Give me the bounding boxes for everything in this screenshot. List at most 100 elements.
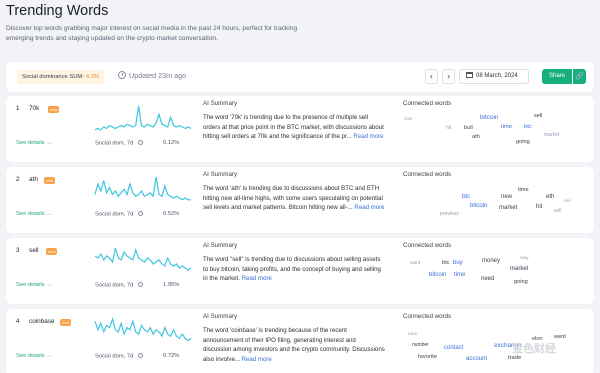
next-date-button[interactable]: › <box>442 69 455 84</box>
ai-summary-title: AI Summary <box>203 242 238 249</box>
trending-word[interactable]: ath <box>29 176 38 183</box>
new-badge: new <box>60 319 72 326</box>
date-picker[interactable]: 08 March, 2024 <box>459 69 529 84</box>
connected-word[interactable]: eth <box>546 194 554 200</box>
date-text: 08 March, 2024 <box>476 73 518 79</box>
connected-word[interactable]: new <box>501 194 512 200</box>
connected-word[interactable]: number <box>412 342 429 348</box>
info-icon[interactable] <box>138 282 144 287</box>
page-description: Discover top words grabbing major intere… <box>6 25 298 42</box>
trending-word[interactable]: coinbase <box>29 318 55 325</box>
read-more-link[interactable]: Read more <box>242 356 272 363</box>
prev-date-button[interactable]: ‹ <box>425 69 438 84</box>
ai-summary-title: AI Summary <box>203 313 238 320</box>
info-icon[interactable] <box>138 211 144 216</box>
connected-word[interactable]: account <box>466 356 487 362</box>
info-icon[interactable] <box>138 140 144 145</box>
see-details-link[interactable]: See details → <box>16 282 52 288</box>
connected-word[interactable]: want <box>410 261 420 266</box>
clock-icon <box>118 71 126 79</box>
read-more-link[interactable]: Read more <box>353 133 383 140</box>
ai-summary-title: AI Summary <box>203 171 238 178</box>
social-dom-label: Social dom, 7d <box>95 211 144 218</box>
connected-word[interactable]: way <box>520 256 529 261</box>
connected-word[interactable]: going <box>514 279 528 285</box>
connected-word[interactable]: favorite <box>418 354 437 360</box>
trending-word-card: 4 coinbase new See details → Social dom,… <box>6 309 594 373</box>
ai-summary-title: AI Summary <box>203 100 238 107</box>
see-details-link[interactable]: See details → <box>16 211 52 217</box>
social-dominance-sparkline <box>94 105 192 131</box>
ai-summary-text: The word 'ath' is trending due to discus… <box>203 185 385 212</box>
sparkline-path <box>94 316 192 342</box>
connected-word[interactable]: btc <box>524 124 532 130</box>
connected-word[interactable]: time <box>501 124 512 130</box>
link-icon: 🔗 <box>575 73 584 80</box>
connected-word[interactable]: sell <box>554 208 562 214</box>
connected-word[interactable]: money <box>482 258 500 264</box>
connected-word[interactable]: hit <box>446 125 451 131</box>
connected-word[interactable]: going <box>516 139 530 145</box>
social-dom-value: 0.52% <box>163 211 180 217</box>
read-more-link[interactable]: Read more <box>242 275 272 282</box>
watermark-logo: 金色财经 <box>512 343 556 355</box>
social-dom-value: 1.95% <box>163 282 180 288</box>
connected-words-title: Connected words <box>403 313 452 320</box>
connected-word[interactable]: bitcoin <box>429 272 446 278</box>
connected-word[interactable]: now <box>408 332 417 337</box>
connected-word[interactable]: hit <box>536 204 542 210</box>
dominance-label: Social dominance SUM: <box>22 74 84 80</box>
word-rank: 1 <box>16 105 20 112</box>
connected-word[interactable]: previous <box>440 211 459 217</box>
new-badge: new <box>44 177 56 184</box>
social-dominance-sparkline <box>94 176 191 201</box>
trending-word[interactable]: 70k <box>29 105 39 112</box>
connected-word[interactable]: run <box>564 198 571 203</box>
share-button[interactable]: Share <box>542 69 572 84</box>
sparkline-path <box>94 247 192 271</box>
connected-words-title: Connected words <box>403 171 452 178</box>
connected-word[interactable]: time <box>454 272 465 278</box>
connected-word[interactable]: market <box>510 266 528 272</box>
see-details-link[interactable]: See details → <box>16 353 52 359</box>
trending-word-card: 2 ath new See details → Social dom, 7d 0… <box>6 167 594 233</box>
social-dominance-sparkline <box>94 247 192 271</box>
copy-link-button[interactable]: 🔗 <box>573 69 586 84</box>
trending-word[interactable]: sell <box>29 247 39 254</box>
social-dom-label: Social dom, 7d <box>95 353 144 360</box>
see-details-link[interactable]: See details → <box>16 140 52 146</box>
social-dominance-sparkline <box>94 316 192 342</box>
connected-word[interactable]: time <box>518 187 529 193</box>
new-badge: new <box>48 106 60 113</box>
connected-word[interactable]: bitcoin <box>480 114 498 121</box>
toolbar: Social dominance SUM: 4.3% Updated 23m ag… <box>6 62 594 92</box>
connected-words-cloud: time btc new eth bitcoin run market hit previous… <box>396 181 576 231</box>
connected-word[interactable]: market <box>499 205 517 211</box>
connected-word[interactable]: btc <box>442 260 449 266</box>
connected-word[interactable]: sell <box>534 113 542 119</box>
connected-word[interactable]: bitcoin <box>470 203 487 209</box>
connected-word[interactable]: bull <box>464 125 473 131</box>
ai-summary-text: The word 'coinbase' is trending because … <box>203 327 385 363</box>
sparkline-path <box>94 105 192 131</box>
word-rank: 2 <box>16 176 20 183</box>
ai-summary-text: The word "sell" is trending due to discu… <box>203 256 381 283</box>
connected-words-cloud: want btc buy money way market bitcoin time need g… <box>396 252 576 302</box>
trending-word-card: 1 70k new See details → Social dom, 7d 0… <box>6 96 594 162</box>
trending-word-card: 3 sell new See details → Social dom, 7d … <box>6 238 594 304</box>
updated-text: Updated 23m ago <box>129 71 187 80</box>
connected-word[interactable]: contact <box>444 345 463 351</box>
read-more-link[interactable]: Read more <box>354 204 384 211</box>
connected-word[interactable]: ath <box>472 134 480 140</box>
social-dom-value: 0.12% <box>163 140 180 146</box>
connected-word[interactable]: buy <box>453 260 463 266</box>
social-dom-value: 0.72% <box>163 353 180 359</box>
word-rank: 4 <box>16 318 20 325</box>
connected-word[interactable]: market <box>544 132 559 138</box>
connected-word[interactable]: need <box>481 276 494 282</box>
connected-word[interactable]: now <box>404 116 412 121</box>
connected-words-cloud: now bitcoin sell bull hit time btc ath going mark… <box>396 110 576 160</box>
info-icon[interactable] <box>138 353 144 358</box>
connected-word[interactable]: btc <box>462 194 470 200</box>
social-dominance-badge: Social dominance SUM: 4.3% <box>17 70 105 84</box>
